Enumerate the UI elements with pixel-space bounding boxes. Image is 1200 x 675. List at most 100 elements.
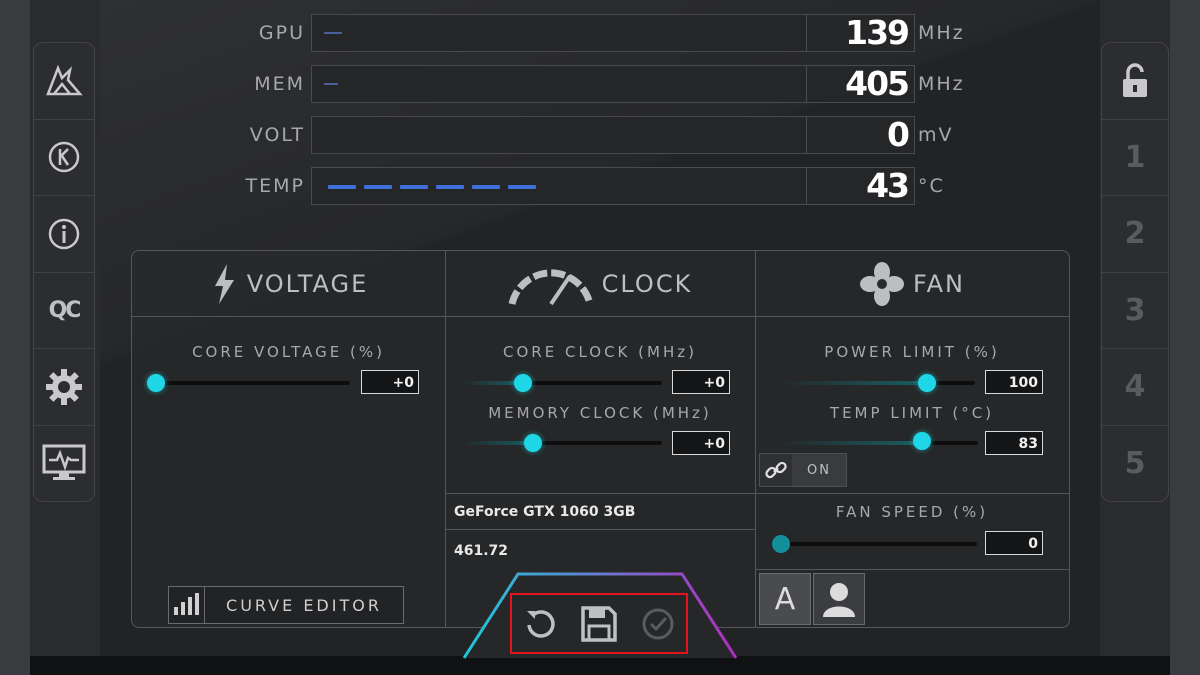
- temp-bar: [311, 167, 808, 205]
- fan-auto-button[interactable]: A: [759, 573, 811, 625]
- fan-auto-label: A: [774, 581, 796, 617]
- gpu-name: GeForce GTX 1060 3GB: [446, 493, 756, 529]
- gpu-clock-fill: [324, 32, 342, 34]
- power-limit-knob[interactable]: [918, 374, 936, 392]
- mem-clock-fill: [324, 83, 338, 85]
- memory-clock-knob[interactable]: [524, 434, 542, 452]
- clock-header: CLOCK: [445, 251, 755, 316]
- memory-clock-label: MEMORY CLOCK (MHz): [488, 404, 712, 422]
- profile-2-label: 2: [1124, 216, 1146, 252]
- temp-bar-segment: [328, 185, 356, 189]
- reset-icon[interactable]: [523, 607, 557, 641]
- temp-unit: °C: [918, 175, 945, 197]
- core-clock-input[interactable]: +0: [672, 370, 730, 394]
- link-toggle-label: ON: [807, 462, 831, 478]
- core-voltage-input[interactable]: +0: [361, 370, 419, 394]
- profile-4-label: 4: [1124, 369, 1146, 405]
- k-circle-icon: [48, 142, 80, 173]
- profile-3-label: 3: [1124, 292, 1146, 328]
- temp-bar-segment: [400, 185, 428, 189]
- gear-icon: [46, 368, 82, 405]
- temp-bar-segment: [472, 185, 500, 189]
- profile-5-label: 5: [1124, 445, 1146, 481]
- header-divider: [132, 316, 1069, 317]
- volt-label: VOLT: [249, 124, 305, 146]
- core-voltage-knob[interactable]: [147, 374, 165, 392]
- memory-clock-input[interactable]: +0: [672, 431, 730, 455]
- fan-speed-slider[interactable]: [787, 542, 977, 546]
- save-icon[interactable]: [580, 605, 618, 643]
- profile-2-button[interactable]: 2: [1102, 196, 1168, 273]
- temp-limit-input[interactable]: 83: [985, 431, 1043, 455]
- gpu-clock-monitor: GPU 139 MHz: [200, 13, 1000, 54]
- profile-3-button[interactable]: 3: [1102, 273, 1168, 349]
- temp-bar-segment: [436, 185, 464, 189]
- mem-label: MEM: [254, 73, 305, 95]
- clock-title: CLOCK: [601, 269, 693, 298]
- temp-label: TEMP: [245, 175, 305, 197]
- fan-speed-input[interactable]: 0: [985, 531, 1043, 555]
- profile-1-button[interactable]: 1: [1102, 120, 1168, 196]
- core-clock-knob[interactable]: [514, 374, 532, 392]
- profile-lock-button[interactable]: [1102, 43, 1168, 120]
- temp-limit-slider-glow: [777, 441, 922, 445]
- temp-limit-knob[interactable]: [913, 432, 931, 450]
- lightning-icon: [214, 263, 234, 304]
- voltage-value: 0: [887, 115, 910, 154]
- temp-monitor: TEMP 43 °C: [200, 166, 1000, 207]
- link-icon: [765, 461, 787, 479]
- mem-clock-bar: [311, 65, 808, 103]
- kombustor-button[interactable]: [34, 120, 94, 196]
- temp-bar-segment: [364, 185, 392, 189]
- speedometer-icon: [508, 268, 594, 305]
- gpu-clock-value: 139: [845, 13, 910, 52]
- user-icon: [823, 583, 855, 617]
- apply-check-icon[interactable]: [641, 607, 675, 641]
- lock-open-icon: [1123, 63, 1147, 97]
- power-limit-slider-glow: [777, 381, 927, 385]
- voltage-bar: [311, 116, 808, 154]
- volt-unit: mV: [918, 124, 954, 146]
- fan-speed-knob[interactable]: [772, 535, 790, 553]
- msi-logo-button[interactable]: [34, 43, 94, 120]
- link-icon-wrap: [760, 454, 792, 486]
- power-limit-input[interactable]: 100: [985, 370, 1043, 394]
- right-sidebar: 1 2 3 4 5: [1101, 42, 1169, 502]
- right-frame-edge: [1170, 0, 1200, 675]
- left-sidebar: QC: [33, 42, 95, 502]
- fan-header: FAN: [755, 251, 1069, 316]
- msi-dragon-logo-icon: [46, 64, 83, 95]
- voltage-header: VOLTAGE: [132, 251, 445, 316]
- temp-value-box: 43: [806, 166, 915, 205]
- core-clock-slider[interactable]: [524, 381, 662, 385]
- oc-scanner-button[interactable]: QC: [34, 273, 94, 349]
- fan-user-button[interactable]: [813, 573, 865, 625]
- driver-version: 461.72: [446, 529, 756, 571]
- gpu-clock-bar: [311, 14, 808, 52]
- core-voltage-label: CORE VOLTAGE (%): [192, 343, 385, 361]
- voltage-title: VOLTAGE: [246, 269, 369, 298]
- gpu-unit: MHz: [918, 22, 965, 44]
- fan-mode-divider: [755, 569, 1069, 570]
- oc-scanner-icon: QC: [48, 297, 82, 323]
- monitor-icon: [42, 444, 86, 481]
- settings-button[interactable]: [34, 349, 94, 426]
- curve-editor-button[interactable]: CURVE EDITOR: [168, 586, 404, 624]
- profile-4-button[interactable]: 4: [1102, 349, 1168, 426]
- limit-link-toggle[interactable]: ON: [759, 453, 847, 487]
- fan-divider: [755, 493, 1069, 494]
- curve-editor-icon: [169, 587, 205, 623]
- fan-speed-label: FAN SPEED (%): [835, 503, 989, 521]
- info-button[interactable]: [34, 196, 94, 273]
- temp-value: 43: [866, 166, 910, 205]
- core-voltage-slider[interactable]: [154, 381, 350, 385]
- monitoring-button[interactable]: [34, 426, 94, 502]
- core-clock-label: CORE CLOCK (MHz): [503, 343, 697, 361]
- volt-value-box: 0: [806, 115, 915, 154]
- gpu-value-box: 139: [806, 13, 915, 52]
- memory-clock-slider[interactable]: [534, 441, 662, 445]
- profile-5-button[interactable]: 5: [1102, 426, 1168, 502]
- mem-clock-value: 405: [845, 64, 910, 103]
- fan-title: FAN: [913, 269, 965, 298]
- curve-editor-label: CURVE EDITOR: [226, 595, 382, 615]
